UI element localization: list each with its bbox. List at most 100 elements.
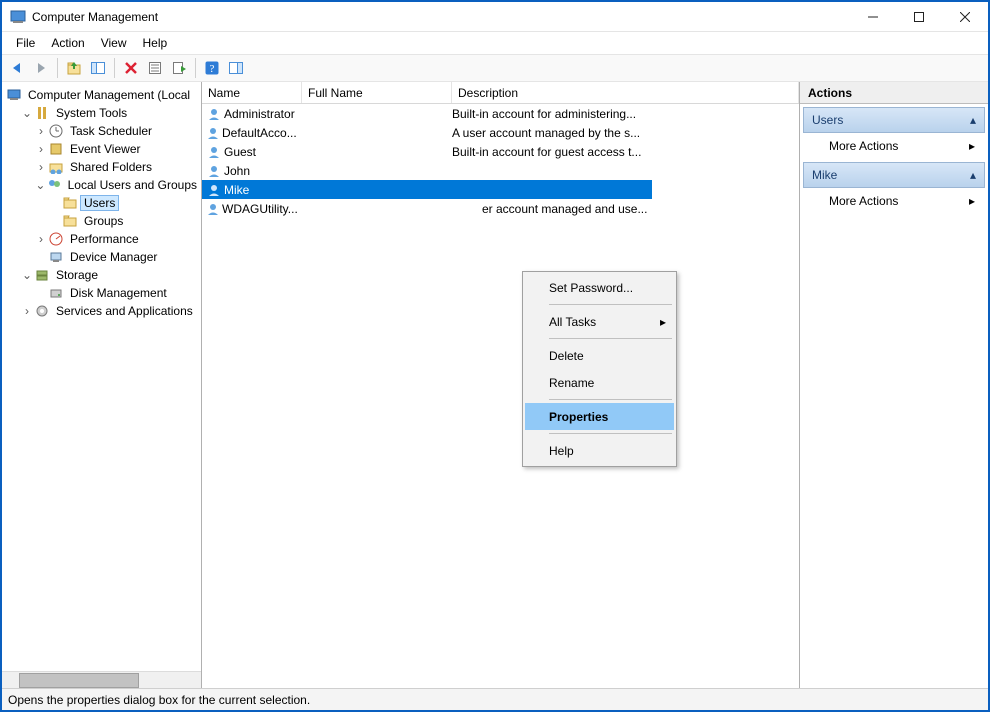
close-button[interactable]: [942, 2, 988, 32]
context-delete[interactable]: Delete: [525, 342, 674, 369]
tree-pane: Computer Management (Local ⌄ System Tool…: [2, 82, 202, 688]
context-separator: [549, 433, 672, 434]
expander-icon[interactable]: ⌄: [20, 106, 34, 120]
user-row-wdagutility[interactable]: WDAGUtility... er account managed and us…: [202, 199, 799, 218]
toolbar-separator: [114, 58, 115, 78]
context-all-tasks[interactable]: All Tasks ▸: [525, 308, 674, 335]
window-title: Computer Management: [32, 10, 850, 24]
collapse-icon: ▴: [970, 168, 976, 182]
user-row-john[interactable]: John: [202, 161, 799, 180]
minimize-button[interactable]: [850, 2, 896, 32]
properties-button[interactable]: [144, 57, 166, 79]
status-bar: Opens the properties dialog box for the …: [2, 688, 988, 710]
help-button[interactable]: ?: [201, 57, 223, 79]
back-button[interactable]: [6, 57, 28, 79]
show-hide-action-pane-button[interactable]: [225, 57, 247, 79]
computer-icon: [6, 87, 22, 103]
toolbar-separator: [195, 58, 196, 78]
actions-more-mike[interactable]: More Actions ▸: [803, 188, 985, 214]
tools-icon: [34, 105, 50, 121]
tree-shared-folders[interactable]: › Shared Folders: [6, 158, 201, 176]
context-separator: [549, 304, 672, 305]
actions-header: Actions: [800, 82, 988, 104]
tree-users[interactable]: Users: [6, 194, 201, 212]
user-icon: [206, 182, 222, 198]
user-icon: [206, 163, 222, 179]
tree-device-manager[interactable]: Device Manager: [6, 248, 201, 266]
tree-system-tools[interactable]: ⌄ System Tools: [6, 104, 201, 122]
tree-view[interactable]: Computer Management (Local ⌄ System Tool…: [2, 82, 201, 671]
app-icon: [10, 9, 26, 25]
list-header: Name Full Name Description: [202, 82, 799, 104]
menu-help[interactable]: Help: [135, 34, 176, 52]
toolbar: ?: [2, 54, 988, 82]
column-fullname[interactable]: Full Name: [302, 82, 452, 103]
scrollbar-thumb[interactable]: [19, 673, 139, 688]
event-icon: [48, 141, 64, 157]
expander-icon[interactable]: ›: [34, 142, 48, 156]
show-hide-tree-button[interactable]: [87, 57, 109, 79]
folder-icon: [62, 213, 78, 229]
context-properties[interactable]: Properties: [525, 403, 674, 430]
storage-icon: [34, 267, 50, 283]
tree-disk-management[interactable]: Disk Management: [6, 284, 201, 302]
tree-root[interactable]: Computer Management (Local: [6, 86, 201, 104]
services-icon: [34, 303, 50, 319]
menu-file[interactable]: File: [8, 34, 43, 52]
list-body: Administrator Built-in account for admin…: [202, 104, 799, 218]
users-groups-icon: [47, 177, 62, 193]
actions-pane: Actions Users ▴ More Actions ▸ Mike ▴ Mo…: [800, 82, 988, 688]
tree-local-users-groups[interactable]: ⌄ Local Users and Groups: [6, 176, 201, 194]
folder-icon: [62, 195, 78, 211]
expander-icon[interactable]: ›: [34, 160, 48, 174]
svg-text:?: ?: [210, 63, 215, 75]
toolbar-separator: [57, 58, 58, 78]
user-row-guest[interactable]: Guest Built-in account for guest access …: [202, 142, 799, 161]
actions-group-mike[interactable]: Mike ▴: [803, 162, 985, 188]
expander-icon[interactable]: ›: [34, 124, 48, 138]
tree-performance[interactable]: › Performance: [6, 230, 201, 248]
actions-more-users[interactable]: More Actions ▸: [803, 133, 985, 159]
tree-task-scheduler[interactable]: › Task Scheduler: [6, 122, 201, 140]
user-icon: [206, 106, 222, 122]
main-content: Computer Management (Local ⌄ System Tool…: [2, 82, 988, 688]
export-list-button[interactable]: [168, 57, 190, 79]
expander-icon[interactable]: ⌄: [20, 268, 34, 282]
actions-group-users[interactable]: Users ▴: [803, 107, 985, 133]
list-pane: Name Full Name Description Administrator…: [202, 82, 800, 688]
user-row-defaultaccount[interactable]: DefaultAcco... A user account managed by…: [202, 123, 799, 142]
context-rename[interactable]: Rename: [525, 369, 674, 396]
clock-icon: [48, 123, 64, 139]
column-description[interactable]: Description: [452, 82, 799, 103]
context-help[interactable]: Help: [525, 437, 674, 464]
context-menu: Set Password... All Tasks ▸ Delete Renam…: [522, 271, 677, 467]
column-name[interactable]: Name: [202, 82, 302, 103]
tree-event-viewer[interactable]: › Event Viewer: [6, 140, 201, 158]
title-bar: Computer Management: [2, 2, 988, 32]
expander-icon[interactable]: ⌄: [34, 178, 47, 192]
tree-services-applications[interactable]: › Services and Applications: [6, 302, 201, 320]
up-button[interactable]: [63, 57, 85, 79]
context-set-password[interactable]: Set Password...: [525, 274, 674, 301]
context-separator: [549, 399, 672, 400]
expander-icon[interactable]: ›: [34, 232, 48, 246]
delete-button[interactable]: [120, 57, 142, 79]
menu-bar: File Action View Help: [2, 32, 988, 54]
tree-groups[interactable]: Groups: [6, 212, 201, 230]
menu-action[interactable]: Action: [43, 34, 92, 52]
collapse-icon: ▴: [970, 113, 976, 127]
submenu-arrow-icon: ▸: [660, 315, 666, 329]
expander-icon[interactable]: ›: [20, 304, 34, 318]
forward-button[interactable]: [30, 57, 52, 79]
user-row-mike[interactable]: Mike: [202, 180, 652, 199]
submenu-arrow-icon: ▸: [969, 194, 975, 208]
user-icon: [206, 125, 220, 141]
user-icon: [206, 144, 222, 160]
menu-view[interactable]: View: [93, 34, 135, 52]
user-row-administrator[interactable]: Administrator Built-in account for admin…: [202, 104, 799, 123]
performance-icon: [48, 231, 64, 247]
maximize-button[interactable]: [896, 2, 942, 32]
submenu-arrow-icon: ▸: [969, 139, 975, 153]
tree-storage[interactable]: ⌄ Storage: [6, 266, 201, 284]
horizontal-scrollbar[interactable]: [2, 671, 201, 688]
